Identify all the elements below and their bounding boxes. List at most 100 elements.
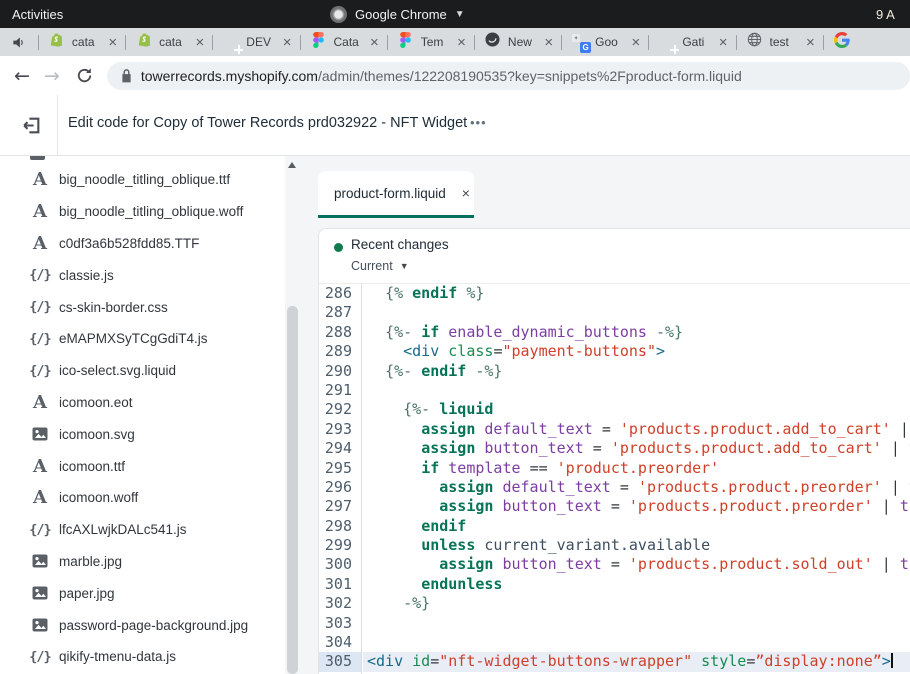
code-line bbox=[363, 381, 910, 400]
close-icon[interactable]: × bbox=[544, 35, 553, 50]
system-top-bar: Activities Google Chrome ▼ 9 A bbox=[0, 0, 910, 28]
font-file-icon: A bbox=[27, 169, 53, 190]
file-item[interactable]: Aicomoon.ttf bbox=[0, 450, 284, 482]
figma-icon bbox=[400, 32, 411, 53]
chevron-down-icon: ▼ bbox=[455, 9, 465, 20]
exit-code-editor-button[interactable] bbox=[18, 112, 44, 138]
code-line bbox=[363, 633, 910, 652]
line-number: 296 bbox=[319, 478, 361, 497]
unsaved-changes-dot bbox=[334, 243, 343, 252]
scroll-up-arrow-icon[interactable] bbox=[288, 162, 296, 168]
file-item[interactable]: Ac0df3a6b528fdd85.TTF bbox=[0, 228, 284, 260]
line-number: 287 bbox=[319, 303, 361, 322]
tab-title: test bbox=[770, 35, 799, 49]
text-cursor bbox=[891, 653, 893, 668]
browser-tab[interactable]: Tem × bbox=[388, 28, 474, 56]
close-icon[interactable]: × bbox=[370, 35, 379, 50]
file-item[interactable]: password-page-background.jpg bbox=[0, 609, 284, 641]
code-line: assign default_text = 'products.product.… bbox=[363, 478, 910, 497]
version-dropdown[interactable]: Current ▼ bbox=[351, 259, 409, 273]
browser-tab[interactable]: DEV × bbox=[213, 28, 299, 56]
file-item[interactable]: {/}cs-skin-border.css bbox=[0, 291, 284, 323]
tab-title: Gati bbox=[682, 35, 711, 49]
file-item[interactable]: paper.jpg bbox=[0, 577, 284, 609]
code-editor[interactable]: 2862872882892902912922932942952962972982… bbox=[319, 284, 910, 674]
reload-button[interactable] bbox=[76, 67, 93, 84]
code-file-icon: {/} bbox=[27, 649, 53, 665]
file-name: icomoon.svg bbox=[59, 427, 135, 442]
file-item[interactable]: {/} qikify-tmenu-data.js bbox=[0, 641, 284, 673]
code-file-icon: {/} bbox=[27, 331, 53, 347]
file-item[interactable]: {/}eMAPMXSyTCgGdiT4.js bbox=[0, 323, 284, 355]
file-item[interactable]: Aicomoon.eot bbox=[0, 387, 284, 419]
browser-tab[interactable]: Cata× bbox=[301, 28, 387, 56]
version-label: Current bbox=[351, 259, 393, 273]
browser-tab[interactable]: cata× bbox=[126, 28, 212, 56]
app-menu[interactable]: Google Chrome ▼ bbox=[330, 6, 465, 23]
divider bbox=[57, 95, 58, 155]
file-item[interactable]: marble.jpg bbox=[0, 546, 284, 578]
code-line: unless current_variant.available bbox=[363, 536, 910, 555]
activities-button[interactable]: Activities bbox=[12, 7, 63, 22]
code-editor-region: product-form.liquid × Recent changes Cur… bbox=[300, 156, 910, 674]
code-lines: {% endif %} {%- if enable_dynamic_button… bbox=[363, 284, 910, 674]
tab-title: cata bbox=[72, 35, 101, 49]
page-title: Edit code for Copy of Tower Records prd0… bbox=[68, 115, 467, 131]
file-item[interactable]: Aicomoon.woff bbox=[0, 482, 284, 514]
back-button[interactable]: ← bbox=[14, 65, 30, 87]
editor-panel: Recent changes Current ▼ 286287288289290… bbox=[318, 228, 910, 674]
shopify-icon bbox=[137, 32, 152, 52]
browser-tab[interactable]: Gati × bbox=[649, 28, 735, 56]
line-number: 292 bbox=[319, 400, 361, 419]
file-name: big_noodle_titling_oblique.ttf bbox=[59, 172, 230, 187]
file-name: icomoon.woff bbox=[59, 490, 138, 505]
close-icon[interactable]: × bbox=[632, 35, 641, 50]
file-name: c0df3a6b528fdd85.TTF bbox=[59, 236, 199, 251]
browser-tab-strip: cata×cata×DEV×Cata×Tem×New×G✦Goo×Gati×te… bbox=[0, 28, 910, 56]
editor-file-tab[interactable]: product-form.liquid × bbox=[318, 171, 474, 215]
code-file-icon: {/} bbox=[27, 522, 53, 538]
browser-tab[interactable]: New× bbox=[475, 28, 561, 56]
line-number-gutter: 2862872882892902912922932942952962972982… bbox=[319, 284, 362, 674]
file-name: qikify-tmenu-data.js bbox=[59, 649, 176, 664]
file-item[interactable]: Abig_noodle_titling_oblique.woff bbox=[0, 196, 284, 228]
page-header: Edit code for Copy of Tower Records prd0… bbox=[0, 95, 910, 156]
file-sidebar: Abig_noodle_titling_oblique.ttfAbig_nood… bbox=[0, 156, 300, 674]
file-item[interactable]: icomoon.svg bbox=[0, 418, 284, 450]
code-line bbox=[363, 303, 910, 322]
browser-toolbar: ← → towerrecords.myshopify.com/admin/the… bbox=[0, 56, 910, 96]
file-name: icomoon.ttf bbox=[59, 459, 125, 474]
url-domain: towerrecords.myshopify.com bbox=[141, 68, 318, 84]
image-file-icon bbox=[27, 586, 53, 600]
file-item[interactable]: {/}lfcAXLwjkDALc541.js bbox=[0, 514, 284, 546]
close-icon[interactable]: × bbox=[806, 35, 815, 50]
file-item-partial bbox=[30, 156, 45, 160]
close-tab-icon[interactable]: × bbox=[462, 185, 470, 201]
lock-icon[interactable] bbox=[121, 69, 132, 83]
close-icon[interactable]: × bbox=[283, 35, 292, 50]
tab-title: Tem bbox=[421, 35, 450, 49]
file-item[interactable]: {/}classie.js bbox=[0, 259, 284, 291]
file-item[interactable]: {/}ico-select.svg.liquid bbox=[0, 355, 284, 387]
file-name: password-page-background.jpg bbox=[59, 618, 248, 633]
code-line: if template == 'product.preorder' bbox=[363, 459, 910, 478]
code-line: {% endif %} bbox=[363, 284, 910, 303]
address-bar[interactable]: towerrecords.myshopify.com/admin/themes/… bbox=[107, 62, 910, 90]
browser-tab[interactable]: cata × bbox=[39, 28, 125, 56]
close-icon[interactable]: × bbox=[719, 35, 728, 50]
code-line: <div id="nft-widget-buttons-wrapper" sty… bbox=[363, 652, 910, 671]
file-item[interactable]: Abig_noodle_titling_oblique.ttf bbox=[0, 164, 284, 196]
close-icon[interactable]: × bbox=[196, 35, 205, 50]
tab-title: DEV bbox=[246, 35, 275, 49]
close-icon[interactable]: × bbox=[108, 35, 117, 50]
system-clock[interactable]: 9 A bbox=[876, 7, 910, 22]
sidebar-scrollbar[interactable] bbox=[285, 156, 300, 674]
scrollbar-thumb[interactable] bbox=[287, 306, 298, 674]
browser-tab[interactable]: G✦Goo× bbox=[562, 28, 648, 56]
more-actions-button[interactable]: ••• bbox=[464, 109, 493, 136]
browser-tab[interactable]: test × bbox=[737, 28, 823, 56]
browser-tab[interactable] bbox=[824, 28, 910, 56]
close-icon[interactable]: × bbox=[457, 35, 466, 50]
code-line bbox=[363, 614, 910, 633]
file-name: classie.js bbox=[59, 268, 114, 283]
